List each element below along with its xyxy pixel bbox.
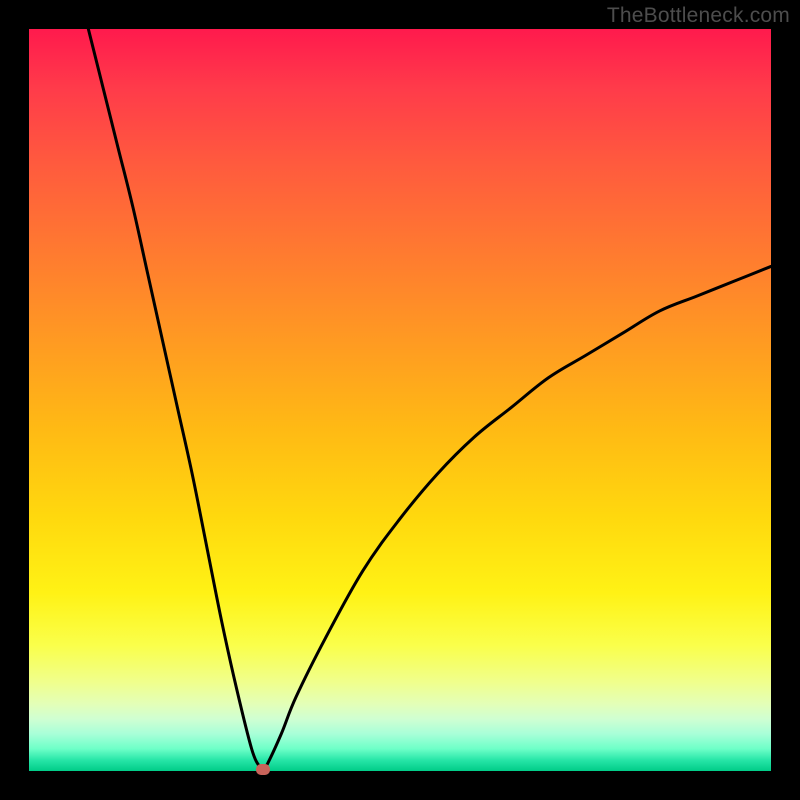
optimal-point-marker [256, 764, 270, 775]
chart-frame: TheBottleneck.com [0, 0, 800, 800]
plot-area [29, 29, 771, 771]
bottleneck-curve [29, 29, 771, 771]
attribution-text: TheBottleneck.com [607, 4, 790, 28]
